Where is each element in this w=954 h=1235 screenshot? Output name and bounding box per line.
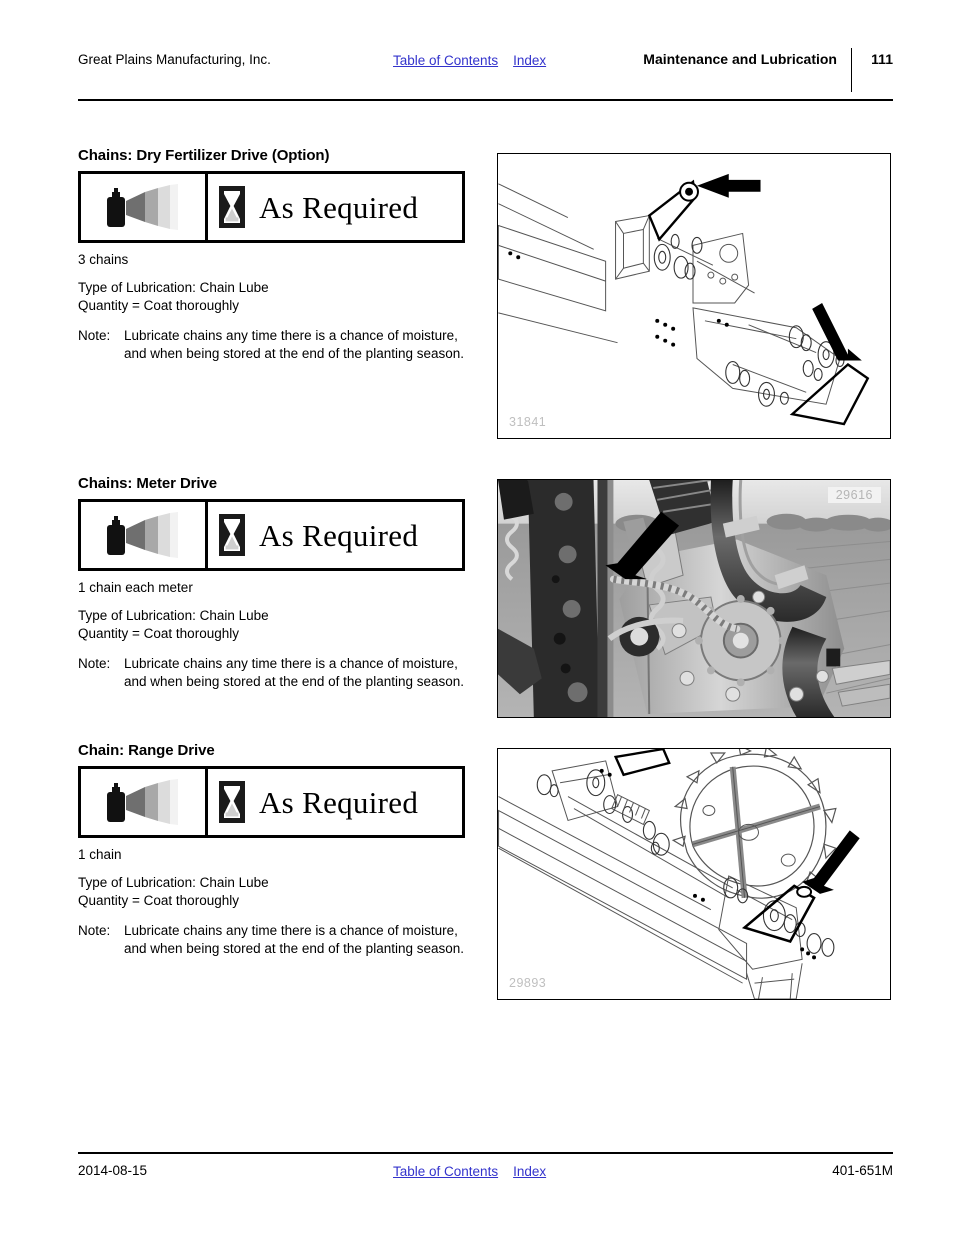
lubrication-symbol-box: As Required xyxy=(78,171,465,243)
lubrication-type: Type of Lubrication: Chain Lube xyxy=(78,608,269,623)
footer-index-link[interactable]: Index xyxy=(513,1164,546,1179)
note-label: Note: xyxy=(78,655,111,671)
spray-can-cell xyxy=(81,769,208,835)
note-block: Note: Lubricate chains any time there is… xyxy=(78,922,468,958)
header-table-of-contents-link[interactable]: Table of Contents xyxy=(393,53,498,68)
frequency-label: As Required xyxy=(259,517,419,553)
figure-dry-fertilizer-drive: 31841 xyxy=(497,153,891,439)
figure-id: 29893 xyxy=(509,976,547,990)
spray-can-icon xyxy=(107,512,178,558)
note-text: Lubricate chains any time there is a cha… xyxy=(124,655,465,689)
section-title: Chain: Range Drive xyxy=(78,742,215,759)
chain-count: 1 chain each meter xyxy=(78,580,193,595)
hourglass-icon xyxy=(219,186,245,228)
frequency-cell: As Required xyxy=(208,502,462,568)
note-block: Note: Lubricate chains any time there is… xyxy=(78,655,468,691)
footer-nav-links: Table of Contents Index xyxy=(393,1163,546,1181)
frequency-label: As Required xyxy=(259,189,419,225)
figure-meter-drive: 29616 xyxy=(497,479,891,718)
dry-fertilizer-drive-line-drawing xyxy=(498,173,870,426)
frequency-label: As Required xyxy=(259,784,419,820)
spray-can-icon xyxy=(107,779,178,825)
note-label: Note: xyxy=(78,922,111,938)
lubrication-details: Type of Lubrication: Chain Lube Quantity… xyxy=(78,279,468,315)
header-nav-links: Table of Contents Index xyxy=(393,52,546,70)
note-block: Note: Lubricate chains any time there is… xyxy=(78,327,468,363)
note-label: Note: xyxy=(78,327,111,343)
chain-count: 3 chains xyxy=(78,252,129,267)
page-number: 111 xyxy=(871,51,893,67)
footer-rule xyxy=(78,1152,893,1154)
hourglass-icon xyxy=(219,781,245,823)
section-title: Chains: Meter Drive xyxy=(78,475,217,492)
company-name: Great Plains Manufacturing, Inc. xyxy=(78,52,271,67)
page-footer: 2014-08-15 Table of Contents Index 401-65… xyxy=(78,1163,893,1185)
lubrication-type: Type of Lubrication: Chain Lube xyxy=(78,280,269,295)
footer-table-of-contents-link[interactable]: Table of Contents xyxy=(393,1164,498,1179)
section-range-drive: Chain: Range Drive As Required 1 chain T… xyxy=(78,742,468,958)
frequency-cell: As Required xyxy=(208,769,462,835)
lubrication-quantity: Quantity = Coat thoroughly xyxy=(78,625,239,641)
section-title: Chains: Dry Fertilizer Drive (Option) xyxy=(78,147,330,164)
header-rule xyxy=(78,99,893,101)
lubrication-quantity: Quantity = Coat thoroughly xyxy=(78,892,239,908)
lubrication-quantity: Quantity = Coat thoroughly xyxy=(78,297,239,313)
header-index-link[interactable]: Index xyxy=(513,53,546,68)
revision-date: 2014-08-15 xyxy=(78,1163,148,1178)
document-code: 401-651M xyxy=(832,1163,893,1178)
lubrication-symbol-box: As Required xyxy=(78,766,465,838)
spray-can-icon xyxy=(107,184,178,230)
chain-count: 1 chain xyxy=(78,847,122,862)
hourglass-icon xyxy=(219,514,245,556)
figure-range-drive: 29893 xyxy=(497,748,891,1000)
section-meter-drive: Chains: Meter Drive As Required 1 chain … xyxy=(78,475,468,691)
frequency-cell: As Required xyxy=(208,174,462,240)
spray-can-cell xyxy=(81,502,208,568)
section-dry-fertilizer-drive: Chains: Dry Fertilizer Drive (Option) As… xyxy=(78,147,468,363)
figure-id: 31841 xyxy=(509,415,547,429)
note-text: Lubricate chains any time there is a cha… xyxy=(124,922,465,956)
lubrication-type: Type of Lubrication: Chain Lube xyxy=(78,875,269,890)
meter-drive-photograph xyxy=(498,480,890,717)
spray-can-cell xyxy=(81,174,208,240)
lubrication-symbol-box: As Required xyxy=(78,499,465,571)
page-header: Great Plains Manufacturing, Inc. Table o… xyxy=(78,48,893,92)
note-text: Lubricate chains any time there is a cha… xyxy=(124,327,465,361)
lubrication-details: Type of Lubrication: Chain Lube Quantity… xyxy=(78,874,468,910)
figure-id: 29616 xyxy=(827,487,881,503)
range-drive-line-drawing xyxy=(498,749,860,999)
lubrication-details: Type of Lubrication: Chain Lube Quantity… xyxy=(78,607,468,643)
header-divider xyxy=(851,48,852,92)
chapter-title: Maintenance and Lubrication xyxy=(643,51,837,67)
